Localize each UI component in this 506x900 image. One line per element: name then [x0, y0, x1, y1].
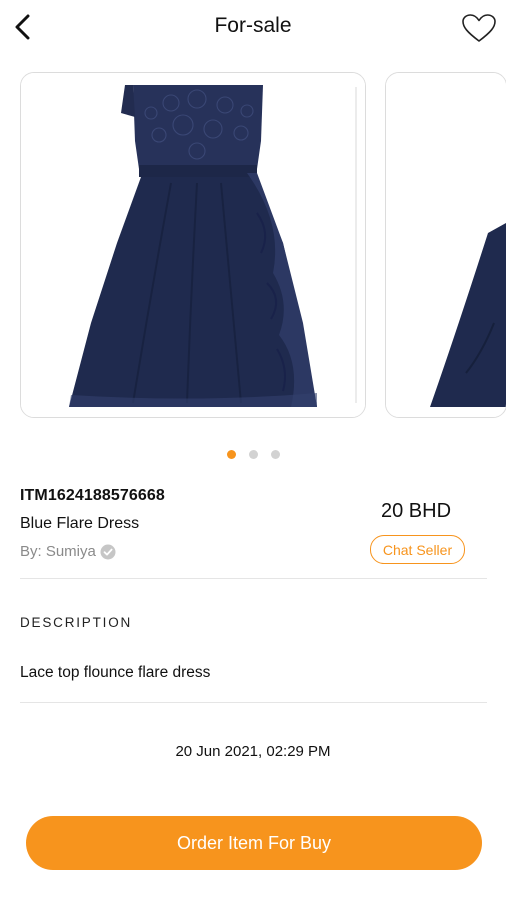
item-name: Blue Flare Dress	[20, 515, 140, 532]
seller-info[interactable]: By: Sumiya	[20, 543, 116, 560]
divider	[20, 578, 487, 579]
favorite-button[interactable]	[458, 10, 500, 46]
pagination-dot[interactable]	[270, 450, 280, 459]
pagination-dot-active[interactable]	[226, 450, 236, 459]
posted-timestamp: 20 Jun 2021, 02:29 PM	[175, 743, 331, 760]
carousel-pagination	[0, 450, 506, 459]
order-item-button[interactable]: Order Item For Buy	[26, 816, 482, 870]
page-title: For-sale	[214, 14, 292, 37]
description-text: Lace top flounce flare dress	[20, 664, 211, 681]
divider	[20, 702, 487, 703]
dress-image-next	[386, 73, 506, 417]
seller-name: By: Sumiya	[20, 543, 96, 560]
product-image-card[interactable]	[20, 72, 366, 418]
description-heading: DESCRIPTION	[20, 615, 133, 630]
item-id: ITM1624188576668	[20, 487, 165, 504]
image-carousel[interactable]	[0, 72, 506, 420]
pagination-dot[interactable]	[248, 450, 258, 459]
verified-check-icon	[100, 544, 116, 560]
product-image-card-next[interactable]	[385, 72, 506, 418]
item-price: 20 BHD	[380, 500, 452, 522]
heart-outline-icon	[462, 14, 496, 42]
chat-seller-button[interactable]: Chat Seller	[370, 535, 465, 564]
dress-image	[21, 73, 365, 417]
